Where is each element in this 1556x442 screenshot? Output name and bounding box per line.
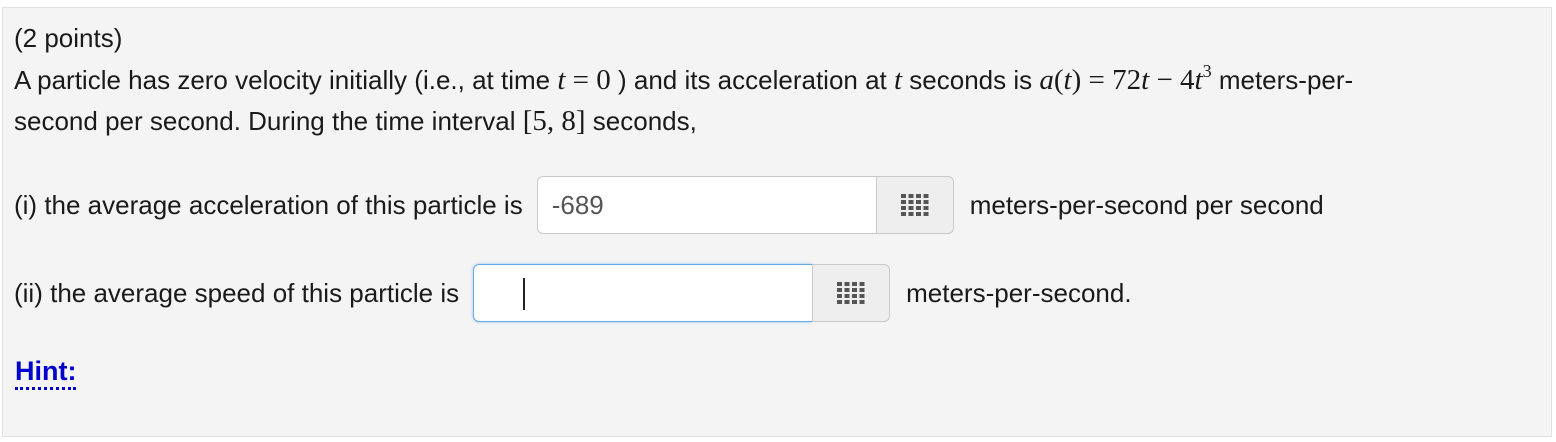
answer-box-2 <box>473 264 891 322</box>
hint-link[interactable]: Hint: <box>15 356 77 390</box>
equation-palette-button-2[interactable] <box>812 264 891 322</box>
problem-statement-line-1: A particle has zero velocity initially (… <box>14 61 1354 96</box>
answer-box-1 <box>536 176 954 234</box>
math-t: t <box>894 64 903 96</box>
statement-text: seconds, <box>585 106 697 136</box>
statement-text: seconds is <box>902 65 1040 95</box>
statement-text: A particle has zero velocity initially (… <box>14 65 558 95</box>
grid-keypad-icon <box>837 282 865 304</box>
question-2-units: meters-per-second. <box>906 277 1132 308</box>
problem-statement-line-2: second per second. During the time inter… <box>14 106 697 136</box>
math-time-zero: t = 0 <box>557 64 611 96</box>
statement-text: ) and its acceleration at <box>610 65 895 95</box>
question-2-row: (ii) the average speed of this particle … <box>14 263 1132 323</box>
question-1-row: (i) the average acceleration of this par… <box>14 175 1324 235</box>
text-cursor <box>523 278 525 310</box>
question-1-units: meters-per-second per second <box>969 189 1324 220</box>
math-interval: [5, 8] <box>522 105 586 137</box>
grid-keypad-icon <box>900 194 929 216</box>
math-acceleration-formula: a(t) = 72t − 4t3 <box>1039 61 1212 96</box>
points-label: (2 points) <box>14 23 123 53</box>
statement-text: meters-per- <box>1211 65 1354 95</box>
question-2-prefix: (ii) the average speed of this particle … <box>14 277 460 308</box>
statement-text: second per second. During the time inter… <box>14 106 523 136</box>
equation-palette-button-1[interactable] <box>875 176 954 234</box>
answer-input-1[interactable] <box>536 176 876 234</box>
question-1-prefix: (i) the average acceleration of this par… <box>14 189 523 220</box>
